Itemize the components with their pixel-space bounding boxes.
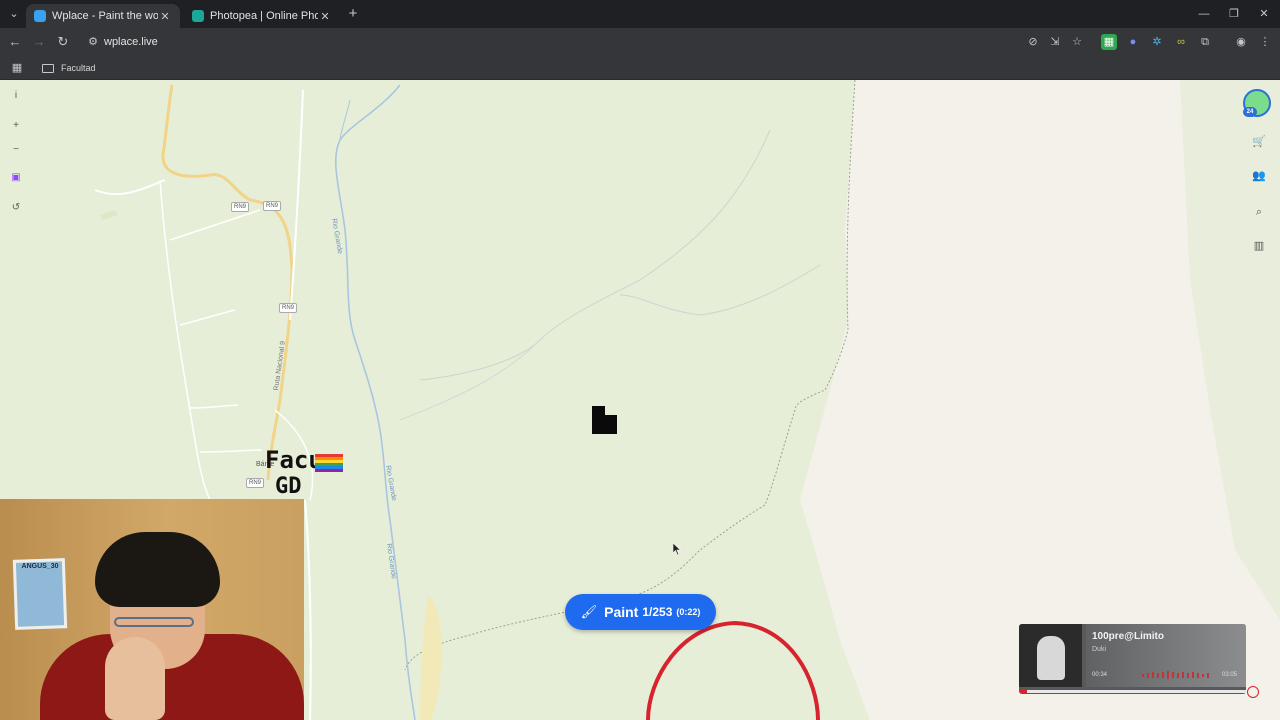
bookmarks-bar: ▦ Facultad — [0, 56, 1280, 80]
link-extension-icon[interactable]: ∞ — [1173, 34, 1189, 50]
tab-title: Wplace - Paint the world — [52, 10, 158, 22]
tracking-off-icon[interactable]: ⊘ — [1025, 34, 1041, 50]
install-app-icon[interactable]: ⇲ — [1047, 34, 1063, 50]
pixel-art-rainbow-flag — [315, 454, 343, 472]
road-shield-rn9: RN9 — [279, 303, 298, 313]
minor-road — [189, 404, 239, 409]
song-artist: Duki — [1092, 646, 1107, 653]
tab-bar: ⌄ Wplace - Paint the world ✕ Photopea | … — [0, 0, 1280, 28]
wplace-favicon-icon — [34, 10, 46, 22]
waveform-icon — [1142, 671, 1209, 679]
pixel-art-text-gd: GD — [275, 474, 302, 499]
minor-road — [304, 499, 312, 720]
circle-extension-icon[interactable]: ● — [1125, 34, 1141, 50]
song-title: 100pre@Limito — [1092, 631, 1164, 642]
twitch-icon[interactable]: ▣ — [8, 170, 24, 186]
browser-menu-icon[interactable]: ⋮ — [1257, 34, 1273, 50]
store-cart-icon[interactable]: 🛒 — [1251, 134, 1267, 150]
webcam-person-hand — [105, 637, 165, 720]
total-time: 03:05 — [1222, 672, 1238, 678]
stream-line — [419, 129, 771, 381]
close-tab-icon[interactable]: ✕ — [318, 10, 332, 23]
back-arrow-icon[interactable]: ← — [7, 34, 23, 50]
now-playing-widget[interactable]: 100pre@Limito Duki 00:34 03:05 — [1019, 624, 1246, 694]
close-window-icon[interactable]: ✕ — [1256, 6, 1272, 22]
zoom-out-icon[interactable]: − — [8, 142, 24, 158]
new-tab-plus-icon[interactable]: + — [346, 6, 360, 22]
tab-wplace[interactable]: Wplace - Paint the world ✕ — [26, 4, 180, 28]
paint-cooldown-timer: (0:22) — [676, 607, 701, 617]
webcam-overlay: ANGUS_30 — [0, 499, 304, 720]
minor-road — [169, 209, 261, 241]
sand-patch — [420, 595, 442, 720]
minor-road — [94, 179, 166, 196]
photopea-favicon-icon — [192, 10, 204, 22]
bookmark-label: Facultad — [61, 63, 96, 73]
song-progress-fill — [1019, 690, 1027, 693]
minimize-icon[interactable]: — — [1196, 6, 1212, 22]
reload-icon[interactable]: ↻ — [55, 34, 71, 50]
minor-road — [179, 309, 236, 326]
bookmark-folder-facultad[interactable]: Facultad — [42, 60, 96, 76]
black-pixel-block — [592, 406, 617, 434]
leaderboard-icon[interactable]: ▥ — [1251, 238, 1267, 254]
highway-rn9 — [161, 84, 294, 481]
song-progress-track[interactable] — [1019, 690, 1246, 693]
level-badge: 24 — [1243, 107, 1257, 117]
sheets-extension-icon[interactable]: ▦ — [1101, 34, 1117, 50]
folder-icon — [42, 63, 54, 73]
minor-road — [289, 89, 304, 321]
translate-extension-icon[interactable]: ✲ — [1149, 34, 1165, 50]
bookmark-star-icon[interactable]: ☆ — [1069, 34, 1085, 50]
apps-grid-icon[interactable]: ▦ — [10, 61, 24, 75]
extensions-puzzle-icon[interactable]: ⧉ — [1197, 34, 1213, 50]
wall-poster-text: ANGUS_30 — [21, 563, 59, 570]
road-shield-rn9: RN9 — [246, 478, 265, 488]
info-icon[interactable]: i — [8, 88, 24, 104]
elapsed-time: 00:34 — [1092, 672, 1108, 678]
boundary-line — [404, 80, 856, 671]
stream-line — [619, 264, 821, 316]
search-location-icon[interactable]: ⌕ — [1251, 204, 1267, 220]
paint-charges-count: 1/253 — [642, 605, 673, 619]
address-bar[interactable]: wplace.live — [104, 35, 158, 49]
profile-avatar-icon[interactable]: ◉ — [1233, 34, 1249, 50]
paint-button-label: Paint — [604, 604, 639, 620]
tab-search-icon[interactable]: ⌄ — [6, 6, 22, 22]
webcam-person-hair — [95, 532, 220, 607]
paint-button[interactable]: 🖌 Paint 1/253 (0:22) — [565, 594, 716, 630]
tab-title: Photopea | Online Photo Editor — [210, 10, 318, 22]
mouse-cursor-icon — [673, 543, 681, 555]
small-park — [100, 210, 118, 220]
tab-photopea[interactable]: Photopea | Online Photo Editor ✕ — [184, 4, 340, 28]
zoom-in-icon[interactable]: + — [8, 118, 24, 134]
music-settings-icon[interactable] — [1247, 686, 1259, 698]
road-shield-rn9: RN9 — [263, 201, 282, 211]
minor-road — [199, 449, 263, 453]
site-info-icon[interactable]: ⚙ — [86, 35, 100, 49]
red-pixel-circle — [646, 620, 820, 720]
forward-arrow-icon[interactable]: → — [31, 34, 47, 50]
undo-icon[interactable]: ↺ — [8, 200, 24, 216]
river-line — [334, 84, 416, 720]
road-shield-rn9: RN9 — [231, 202, 250, 212]
brush-icon: 🖌 — [580, 604, 598, 619]
restore-icon[interactable]: ❐ — [1226, 6, 1242, 22]
close-tab-icon[interactable]: ✕ — [158, 10, 172, 23]
alliance-people-icon[interactable]: 👥 — [1251, 168, 1267, 184]
browser-toolbar: ← → ↻ ⚙ wplace.live ⊘ ⇲ ☆ ▦ ● ✲ ∞ ⧉ ◉ ⋮ — [0, 28, 1280, 56]
webcam-person-glasses — [114, 617, 194, 627]
album-cover-figure — [1037, 636, 1065, 680]
